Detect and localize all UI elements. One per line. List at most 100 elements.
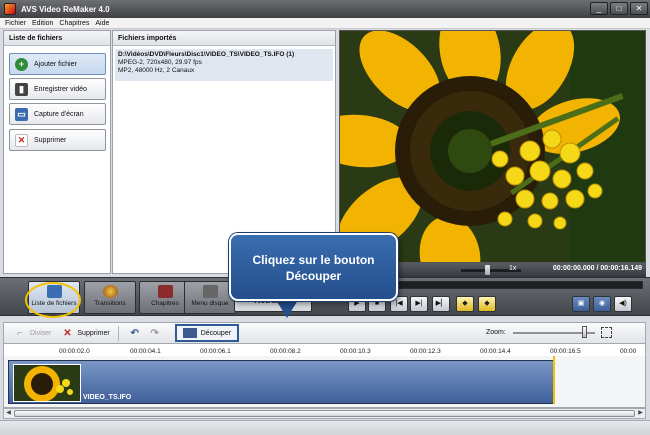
screen-capture-button[interactable]: ▭ Capture d'écran bbox=[9, 103, 106, 125]
toolbar-separator bbox=[117, 325, 119, 341]
title-bar: AVS Video ReMaker 4.0 _ □ ✕ bbox=[0, 0, 650, 18]
marker-in-icon: ◆ bbox=[462, 300, 468, 307]
callout-line-2: Découper bbox=[285, 269, 342, 283]
mode-transitions-button[interactable]: Transitions bbox=[84, 281, 136, 314]
add-icon: + bbox=[15, 57, 28, 71]
volume-thumb[interactable] bbox=[485, 265, 490, 275]
ruler-tick: 00:00:16.5 bbox=[550, 348, 581, 355]
scroll-left-icon[interactable]: ◀ bbox=[4, 409, 13, 418]
imported-file-item[interactable]: D:\Vidéos\DVD\Fleurs\Disc1\VIDEO_TS\VIDE… bbox=[115, 49, 333, 81]
speaker-icon: ◀) bbox=[619, 300, 627, 307]
trim-label: Découper bbox=[200, 329, 232, 337]
volume-button[interactable]: ◀) bbox=[614, 296, 632, 312]
camera-icon: ◉ bbox=[598, 300, 606, 307]
maximize-button[interactable]: □ bbox=[610, 2, 628, 15]
sunflower-frame-image bbox=[340, 31, 645, 262]
app-window: AVS Video ReMaker 4.0 _ □ ✕ Fichier Edit… bbox=[0, 0, 650, 435]
window-title: AVS Video ReMaker 4.0 bbox=[21, 4, 110, 14]
film-save-icon: ▮ bbox=[15, 82, 28, 96]
status-bar bbox=[0, 420, 650, 435]
file-list-header: Liste de fichiers bbox=[4, 31, 110, 46]
ruler-tick: 00:00:12.3 bbox=[410, 348, 441, 355]
menu-chapitres[interactable]: Chapitres bbox=[59, 20, 89, 27]
zoom-thumb[interactable] bbox=[582, 326, 587, 338]
imported-files-header: Fichiers importés bbox=[113, 31, 335, 46]
timeline-scrollbar[interactable]: ◀ ▶ bbox=[3, 408, 646, 419]
menu-aide[interactable]: Aide bbox=[95, 20, 109, 27]
delete-icon: ✕ bbox=[15, 133, 28, 147]
clip-end-marker[interactable] bbox=[553, 356, 555, 404]
transitions-icon bbox=[102, 285, 118, 298]
app-logo-icon bbox=[4, 3, 16, 15]
ruler-tick: 00:00:14.4 bbox=[480, 348, 511, 355]
screen-capture-label: Capture d'écran bbox=[34, 110, 84, 118]
timecode-display: 00:00:00.000 / 00:00:16.149 bbox=[552, 265, 642, 272]
minimize-button[interactable]: _ bbox=[590, 2, 608, 15]
delete-label: Supprimer bbox=[34, 136, 67, 144]
ruler-tick: 00:00:04.1 bbox=[130, 348, 161, 355]
delete-clip-button[interactable]: ✕ Supprimer bbox=[61, 327, 110, 339]
ruler-tick: 00:00:02.0 bbox=[59, 348, 90, 355]
mode-disc-menu-label: Menu disque bbox=[191, 300, 229, 307]
split-button[interactable]: ⌐ Diviser bbox=[14, 327, 51, 339]
ruler-tick: 00:00 bbox=[620, 348, 637, 355]
trim-icon bbox=[182, 328, 197, 338]
menu-bar: Fichier Edition Chapitres Aide bbox=[0, 18, 650, 29]
scrollbar-thumb[interactable] bbox=[14, 410, 635, 417]
next-icon: ▶| bbox=[415, 300, 423, 307]
redo-icon: ↷ bbox=[150, 327, 159, 339]
file-video-info: MPEG-2, 720x480, 29.97 fps bbox=[118, 59, 202, 66]
end-button[interactable]: ▶▏ bbox=[432, 296, 450, 312]
menu-edition[interactable]: Edition bbox=[32, 20, 53, 27]
callout-tail bbox=[276, 300, 298, 318]
marker-out-icon: ◆ bbox=[484, 300, 490, 307]
fullscreen-button[interactable]: ▣ bbox=[572, 296, 590, 312]
file-audio-info: MP2, 48000 Hz, 2 Canaux bbox=[118, 67, 195, 74]
prev-icon: |◀ bbox=[395, 300, 403, 307]
delete-clip-label: Supprimer bbox=[77, 329, 110, 337]
add-file-button[interactable]: + Ajouter fichier bbox=[9, 53, 106, 75]
zoom-label: Zoom: bbox=[486, 329, 506, 336]
mode-chapters-label: Chapitres bbox=[151, 300, 179, 307]
add-file-label: Ajouter fichier bbox=[34, 60, 77, 68]
video-preview bbox=[339, 30, 646, 263]
split-label: Diviser bbox=[30, 329, 52, 337]
clip-thumbnail bbox=[13, 364, 81, 402]
next-frame-button[interactable]: ▶| bbox=[410, 296, 428, 312]
delete-button[interactable]: ✕ Supprimer bbox=[9, 129, 106, 151]
file-list-panel: Liste de fichiers + Ajouter fichier ▮ En… bbox=[3, 30, 111, 274]
ruler-tick: 00:00:10.3 bbox=[340, 348, 371, 355]
delete-x-icon: ✕ bbox=[63, 327, 72, 339]
chapters-icon bbox=[157, 285, 173, 298]
clip-thumbnail-image bbox=[14, 365, 80, 401]
close-button[interactable]: ✕ bbox=[630, 2, 648, 15]
timeline-track[interactable]: VIDEO_TS.IFO bbox=[3, 356, 646, 408]
video-clip[interactable]: VIDEO_TS.IFO bbox=[8, 360, 554, 404]
mark-in-button[interactable]: ◆ bbox=[456, 296, 474, 312]
trim-button[interactable]: Découper bbox=[174, 324, 240, 342]
scroll-right-icon[interactable]: ▶ bbox=[636, 409, 645, 418]
menu-fichier[interactable]: Fichier bbox=[5, 20, 26, 27]
timeline-ruler[interactable]: 00:00:02.0 00:00:04.1 00:00:06.1 00:00:0… bbox=[3, 344, 646, 356]
redo-button[interactable]: ↷ bbox=[149, 327, 165, 339]
screen-capture-icon: ▭ bbox=[15, 107, 28, 121]
snapshot-button[interactable]: ◉ bbox=[593, 296, 611, 312]
undo-icon: ↶ bbox=[130, 327, 139, 339]
mode-transitions-label: Transitions bbox=[94, 300, 126, 307]
mark-out-button[interactable]: ◆ bbox=[478, 296, 496, 312]
edit-toolbar: ⌐ Diviser ✕ Supprimer ↶ ↷ Découper Zoom: bbox=[3, 322, 646, 344]
play-icon: ▶ bbox=[354, 300, 360, 307]
fullscreen-icon: ▣ bbox=[577, 300, 585, 307]
instruction-callout: Cliquez sur le bouton Découper bbox=[229, 233, 398, 301]
undo-button[interactable]: ↶ bbox=[129, 327, 145, 339]
split-icon: ⌐ bbox=[17, 327, 23, 339]
file-path: D:\Vidéos\DVD\Fleurs\Disc1\VIDEO_TS\VIDE… bbox=[118, 51, 295, 58]
playback-speed: 1x bbox=[509, 265, 517, 272]
zoom-fit-icon[interactable] bbox=[601, 327, 612, 338]
callout-line-1: Cliquez sur le bouton bbox=[252, 253, 375, 267]
clip-label: VIDEO_TS.IFO bbox=[83, 394, 132, 401]
stop-icon: ■ bbox=[374, 300, 380, 307]
save-video-label: Enregistrer vidéo bbox=[34, 85, 87, 93]
highlight-ellipse bbox=[25, 282, 81, 318]
save-video-button[interactable]: ▮ Enregistrer vidéo bbox=[9, 78, 106, 100]
